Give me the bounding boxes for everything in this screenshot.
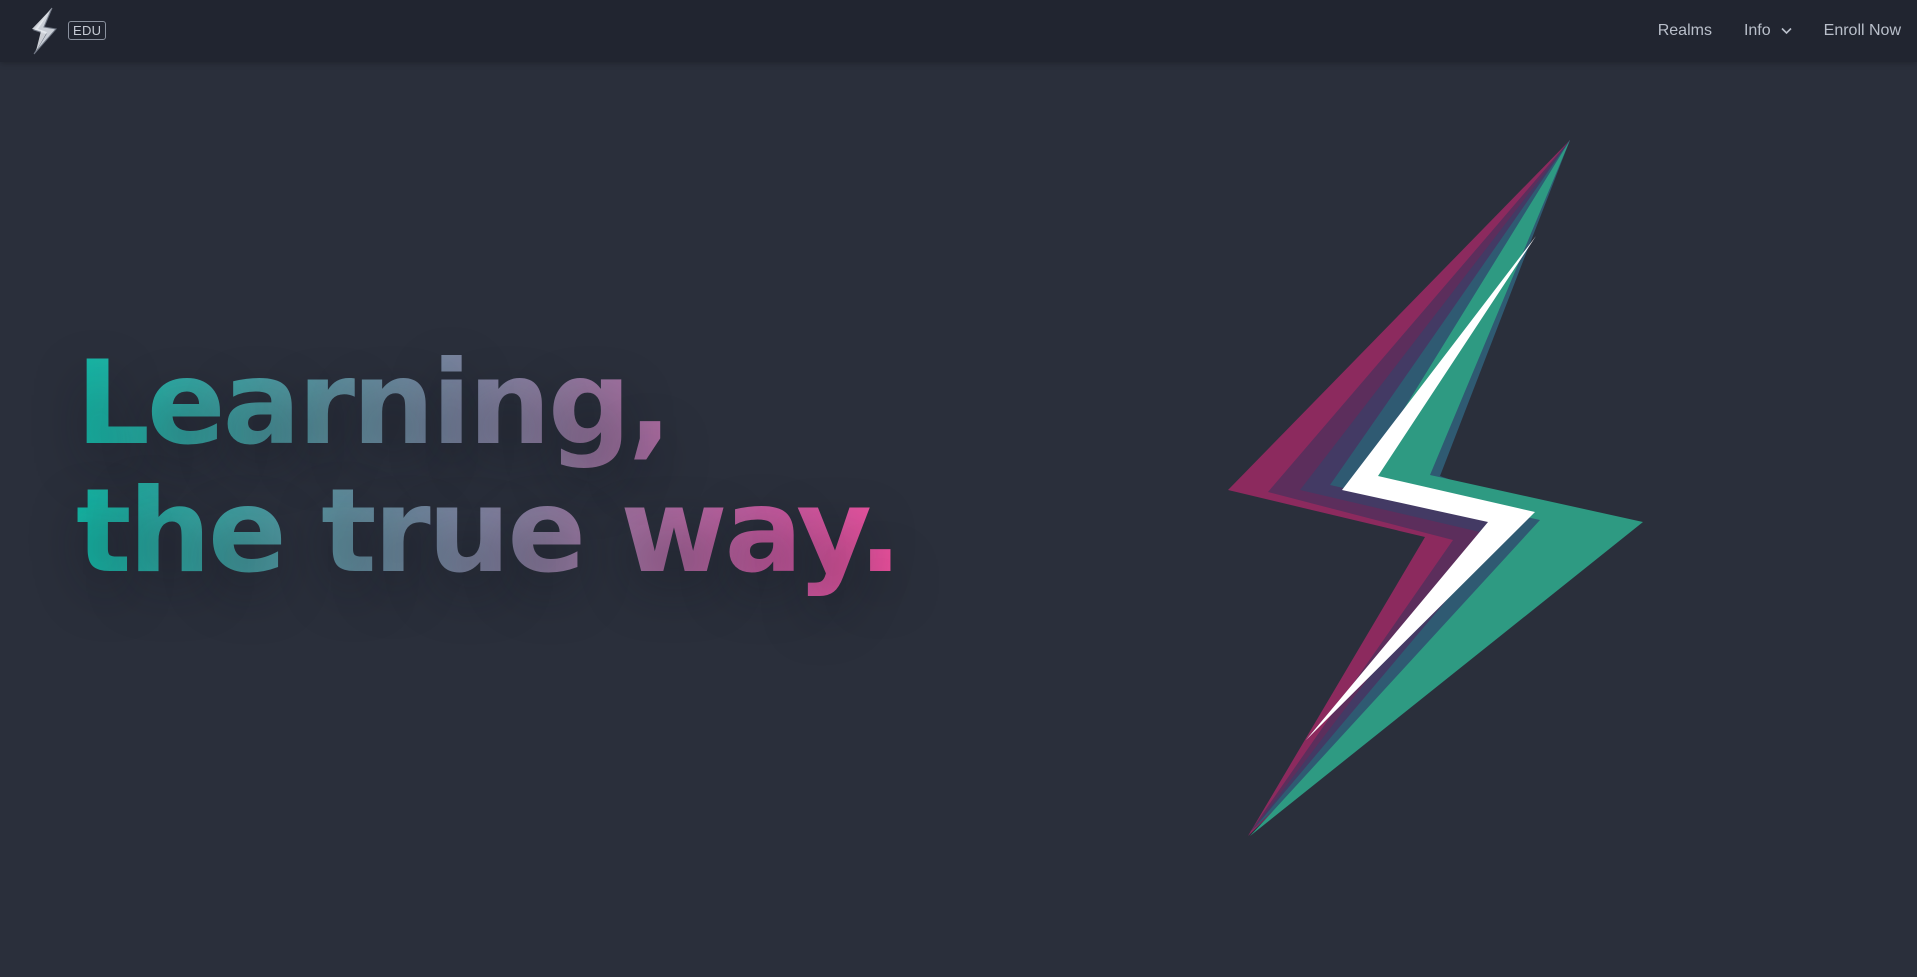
nav-links: Realms Info Enroll Now <box>1626 0 1901 62</box>
nav-link-enroll-now-label: Enroll Now <box>1823 22 1901 39</box>
lightning-bolt-illustration <box>1228 140 1643 836</box>
hero-line-2: the true way. <box>76 464 902 599</box>
nav-link-realms-label: Realms <box>1657 22 1712 39</box>
top-navbar: EDU Realms Info Enroll Now <box>0 0 1917 62</box>
lightning-logo-icon <box>32 7 57 55</box>
hero-line-1: Learning, <box>76 340 899 468</box>
chevron-down-icon <box>1781 27 1792 35</box>
brand-home-link[interactable]: EDU <box>28 6 107 56</box>
nav-link-enroll-now[interactable]: Enroll Now <box>1824 22 1901 40</box>
hero-headline: Learning, the true way. <box>76 340 902 599</box>
nav-link-realms[interactable]: Realms <box>1658 22 1712 40</box>
nav-dropdown-info[interactable]: Info <box>1744 22 1792 40</box>
nav-dropdown-info-label: Info <box>1743 22 1771 39</box>
edu-badge: EDU <box>68 20 107 40</box>
